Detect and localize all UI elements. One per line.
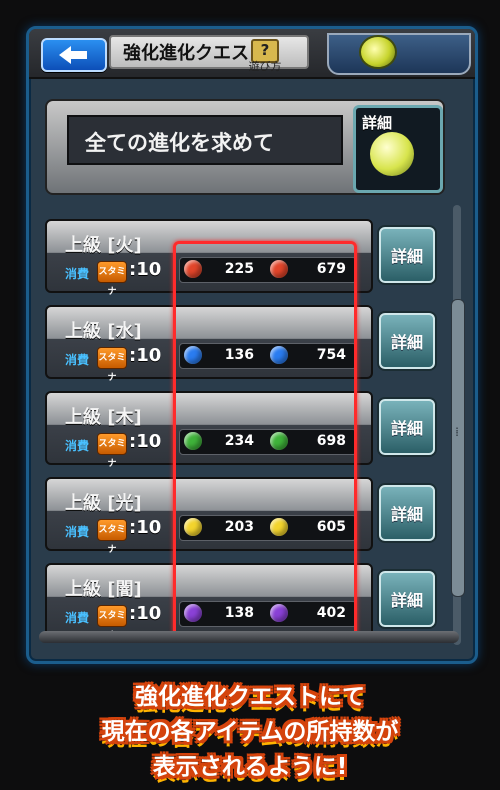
stamina-icon: スタミナ [97,433,127,469]
banner-detail-button[interactable]: 詳細 [353,105,443,193]
cost-value: :10 [129,517,162,538]
quest-detail-label: 詳細 [390,247,423,266]
top-bar: 強化進化クエスト ? 遊び方 [29,29,475,79]
stamina-icon: スタミナ [97,261,127,297]
cost-label: 消費 [65,353,90,367]
cost-label: 消費 [65,611,90,625]
banner-detail-label: 詳細 [362,114,393,132]
item-count-highlight [173,241,357,637]
help-label[interactable]: 遊び方 [240,58,290,74]
game-panel: 強化進化クエスト ? 遊び方 全ての進化を求めて 詳細 ⁞ 上級 [火] 消費 … [26,26,478,664]
stamina-icon: スタミナ [97,519,127,555]
quest-detail-label: 詳細 [390,419,423,438]
list-bottom-rail [39,631,459,643]
quest-detail-button[interactable]: 詳細 [379,399,435,455]
quest-detail-button[interactable]: 詳細 [379,313,435,369]
quest-detail-button[interactable]: 詳細 [379,571,435,627]
caption-line-1: 強化進化クエストにて [135,684,365,710]
banner-title: 全ての進化を求めて [85,131,274,155]
evolution-orb-icon [370,132,414,176]
quest-name: 上級 [木] [65,407,142,428]
quest-name: 上級 [火] [65,235,142,256]
event-plate [327,33,471,75]
quest-name: 上級 [光] [65,493,142,514]
orb-emblem-icon [359,35,397,69]
cost-value: :10 [129,431,162,452]
cost-value: :10 [129,603,162,624]
back-arrow-icon [59,46,87,64]
caption-line-3: 表示されるように! [152,754,348,780]
caption-line-2: 現在の各アイテムの所持数が [101,719,399,745]
banner-title-box: 全ての進化を求めて [67,115,343,165]
cost-label: 消費 [65,267,90,281]
cost-label: 消費 [65,525,90,539]
quest-detail-button[interactable]: 詳細 [379,227,435,283]
scroll-grip-icon: ⁞ [455,425,459,439]
quest-detail-button[interactable]: 詳細 [379,485,435,541]
scrollbar-thumb[interactable] [451,299,465,597]
quest-banner: 全ての進化を求めて 詳細 [45,99,445,195]
quest-detail-label: 詳細 [390,591,423,610]
screen: 強化進化クエスト ? 遊び方 全ての進化を求めて 詳細 ⁞ 上級 [火] 消費 … [0,0,500,790]
quest-detail-label: 詳細 [390,505,423,524]
quest-name: 上級 [闇] [65,579,142,600]
quest-detail-label: 詳細 [390,333,423,352]
cost-label: 消費 [65,439,90,453]
cost-value: :10 [129,345,162,366]
cost-value: :10 [129,259,162,280]
stamina-icon: スタミナ [97,347,127,383]
caption: 強化進化クエストにて 現在の各アイテムの所持数が 表示されるように! [0,680,500,785]
back-button[interactable] [41,38,107,72]
quest-name: 上級 [水] [65,321,142,342]
stamina-icon: スタミナ [97,605,127,641]
